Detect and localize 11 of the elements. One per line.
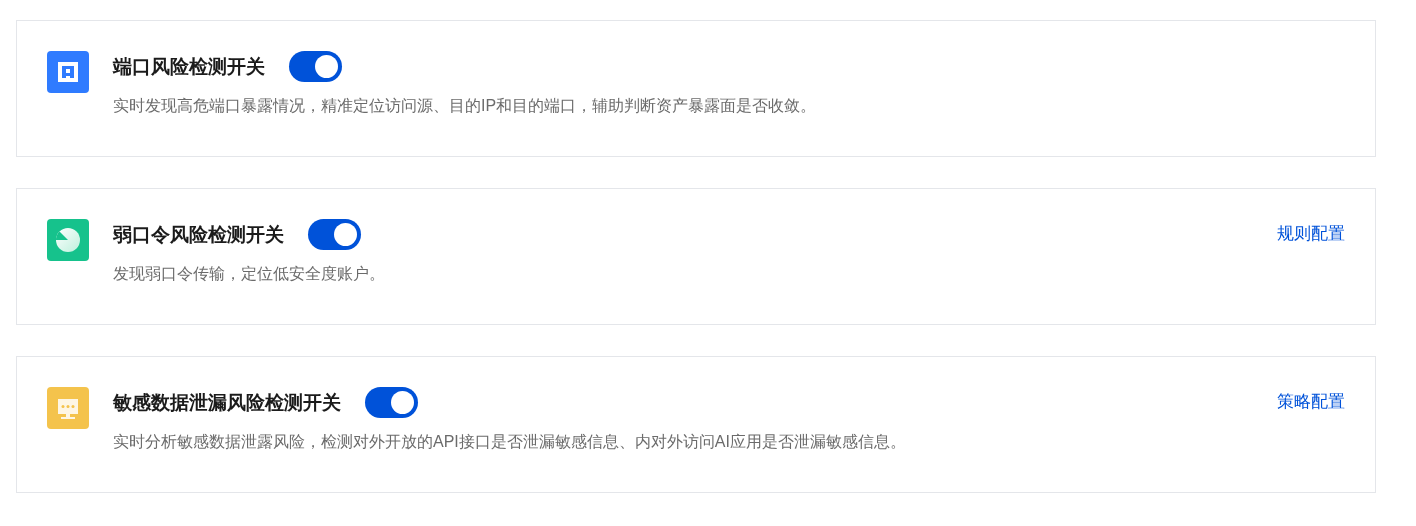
setting-description: 发现弱口令传输，定位低安全度账户。 bbox=[113, 264, 386, 284]
config-link[interactable]: 规则配置 bbox=[1277, 219, 1345, 249]
toggle-switch[interactable] bbox=[289, 51, 342, 82]
setting-title: 弱口令风险检测开关 bbox=[113, 222, 284, 247]
config-link[interactable]: 策略配置 bbox=[1277, 387, 1345, 417]
toggle-switch[interactable] bbox=[308, 219, 361, 250]
setting-description: 实时发现高危端口暴露情况，精准定位访问源、目的IP和目的端口，辅助判断资产暴露面是否收敛。 bbox=[113, 96, 818, 116]
toggle-switch[interactable] bbox=[365, 387, 418, 418]
setting-description: 实时分析敏感数据泄露风险，检测对外开放的API接口是否泄漏敏感信息、内对外访问AI应用是否泄漏敏感信息。 bbox=[113, 432, 907, 452]
setting-title: 敏感数据泄漏风险检测开关 bbox=[113, 390, 341, 415]
setting-title: 端口风险检测开关 bbox=[113, 54, 265, 79]
